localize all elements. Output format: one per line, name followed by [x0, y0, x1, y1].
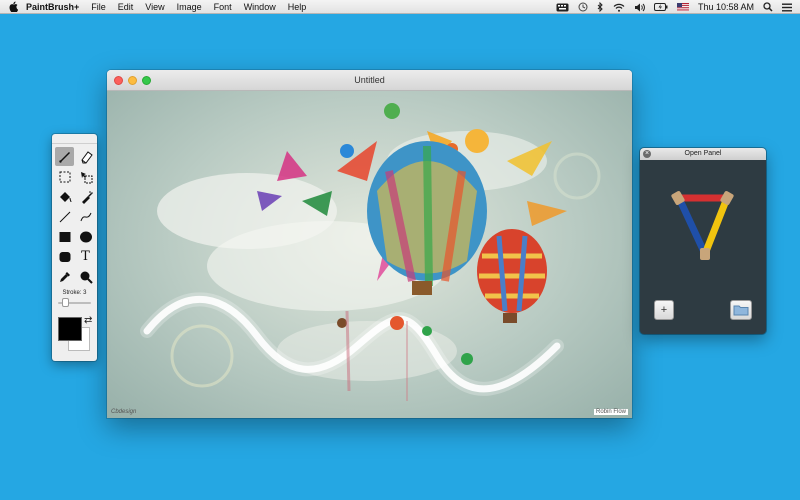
foreground-color-swatch[interactable]: [58, 317, 82, 341]
folder-button[interactable]: [730, 300, 752, 320]
paintbrush-icon[interactable]: [55, 147, 74, 166]
menu-edit[interactable]: Edit: [118, 2, 134, 12]
search-icon[interactable]: [763, 2, 773, 12]
stroke-slider[interactable]: [58, 297, 91, 309]
volume-icon[interactable]: [634, 3, 645, 12]
drawing-canvas[interactable]: Cbdesign Robin Flow: [107, 91, 632, 418]
curve-icon[interactable]: [76, 207, 95, 226]
menu-help[interactable]: Help: [288, 2, 307, 12]
stroke-slider-knob[interactable]: [62, 298, 69, 307]
close-button[interactable]: [114, 76, 123, 85]
spray-icon[interactable]: [76, 187, 95, 206]
menu-image[interactable]: Image: [177, 2, 202, 12]
list-icon[interactable]: [782, 3, 792, 12]
open-panel: × Open Panel +: [640, 148, 766, 334]
signature-right: Robin Flow: [593, 409, 628, 415]
menu-view[interactable]: View: [145, 2, 164, 12]
time-machine-icon[interactable]: [578, 2, 588, 12]
line-icon[interactable]: [55, 207, 74, 226]
close-icon[interactable]: ×: [643, 150, 651, 158]
menu-window[interactable]: Window: [244, 2, 276, 12]
keyboard-icon[interactable]: [556, 3, 569, 12]
rectangle-select-icon[interactable]: [55, 167, 74, 186]
balloon-artwork: [140, 103, 601, 401]
move-icon[interactable]: [76, 167, 95, 186]
signature-left: Cbdesign: [111, 409, 137, 415]
zoom-button[interactable]: [142, 76, 151, 85]
flag-icon[interactable]: [676, 3, 689, 11]
eraser-icon[interactable]: [76, 147, 95, 166]
paintbrush-logo: [665, 188, 741, 269]
open-panel-titlebar[interactable]: × Open Panel: [640, 148, 766, 160]
folder-icon: [733, 305, 749, 316]
minimize-button[interactable]: [128, 76, 137, 85]
apple-menu-icon[interactable]: [0, 1, 26, 12]
fill-bucket-icon[interactable]: [55, 187, 74, 206]
menu-font[interactable]: Font: [214, 2, 232, 12]
filled-ellipse-icon[interactable]: [76, 227, 95, 246]
menu-file[interactable]: File: [91, 2, 106, 12]
window-titlebar[interactable]: Untitled: [107, 70, 632, 91]
menu-bar: PaintBrush+ File Edit View Image Font Wi…: [0, 0, 800, 14]
stroke-label: Stroke: 3: [62, 290, 87, 296]
battery-icon[interactable]: [653, 3, 668, 11]
window-title: Untitled: [354, 75, 385, 85]
app-menu[interactable]: PaintBrush+: [26, 2, 79, 12]
text-icon[interactable]: T: [76, 247, 95, 266]
rounded-rectangle-icon[interactable]: [55, 247, 74, 266]
tools-palette: T Stroke: 3 ⇄: [52, 134, 97, 361]
filled-rectangle-icon[interactable]: [55, 227, 74, 246]
canvas-window: Untitled Cbdesign Robin Flow: [107, 70, 632, 418]
clock[interactable]: Thu 10:58 AM: [698, 2, 754, 12]
eyedropper-icon[interactable]: [55, 267, 74, 286]
status-area: Thu 10:58 AM: [556, 0, 792, 14]
color-wells: ⇄: [52, 315, 97, 365]
swap-colors-icon[interactable]: ⇄: [84, 315, 92, 326]
add-button[interactable]: +: [654, 300, 674, 320]
zoom-icon[interactable]: [76, 267, 95, 286]
bluetooth-icon[interactable]: [597, 2, 604, 12]
palette-titlebar[interactable]: [52, 134, 97, 144]
open-panel-title: Open Panel: [684, 150, 722, 157]
wifi-icon[interactable]: [613, 3, 625, 12]
